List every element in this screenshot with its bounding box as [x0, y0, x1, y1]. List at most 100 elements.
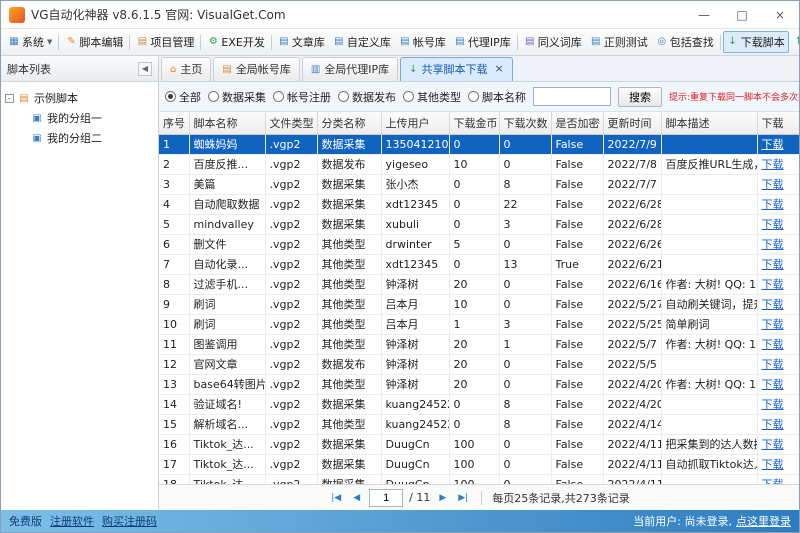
toolbar-upload-script-button[interactable]: ↑ 上传脚本 [789, 31, 799, 53]
collapse-sidebar-icon[interactable]: ◀ [138, 62, 152, 76]
download-link[interactable]: 下载 [762, 298, 784, 311]
col-updated[interactable]: 更新时间 [603, 112, 661, 134]
download-link[interactable]: 下载 [762, 338, 784, 351]
download-link[interactable]: 下载 [762, 278, 784, 291]
radio-all[interactable]: 全部 [165, 89, 201, 105]
pagination-separator [481, 491, 482, 505]
download-link[interactable]: 下载 [762, 458, 784, 471]
cell-script-name: 图鉴调用 [189, 334, 265, 354]
download-link[interactable]: 下载 [762, 258, 784, 271]
radio-other-type[interactable]: 其他类型 [403, 89, 461, 105]
first-page-button[interactable]: |◀ [328, 491, 344, 505]
tab-global-proxy-lib[interactable]: ▥ 全局代理IP库 [302, 57, 398, 81]
toolbar-proxy-lib-button[interactable]: ▤ 代理IP库 [450, 31, 515, 53]
toolbar-project-mgmt-button[interactable]: ▤ 项目管理 [132, 31, 198, 53]
toolbar-regex-test-button[interactable]: ▤ 正则测试 [586, 31, 652, 53]
cell-description [661, 354, 757, 374]
toolbar-custom-lib-button[interactable]: ▤ 自定义库 [329, 31, 395, 53]
download-link[interactable]: 下载 [762, 218, 784, 231]
download-link[interactable]: 下载 [762, 138, 784, 151]
radio-data-collection[interactable]: 数据采集 [208, 89, 266, 105]
download-link[interactable]: 下载 [762, 418, 784, 431]
table-row[interactable]: 16 Tiktok_达... .vgp2 数据采集 DuugCn 100 0 F… [159, 434, 799, 454]
sidebar-title: 脚本列表 [7, 61, 51, 77]
table-row[interactable]: 2 百度反推... .vgp2 数据发布 yigeseo 10 0 False … [159, 154, 799, 174]
table-row[interactable]: 6 删文件 .vgp2 其他类型 drwinter 5 0 False 2022… [159, 234, 799, 254]
table-row[interactable]: 3 美篇 .vgp2 数据采集 张小杰 0 8 False 2022/7/7 [159, 174, 799, 194]
toolbar-exe-dev-button[interactable]: ⚙ EXE开发 [203, 31, 268, 53]
table-row[interactable]: 11 图鉴调用 .vgp2 其他类型 钟泽树 20 1 False 2022/5… [159, 334, 799, 354]
table-row[interactable]: 14 验证域名! .vgp2 数据采集 kuang2452299 0 8 Fal… [159, 394, 799, 414]
register-software-link[interactable]: 注册软件 [50, 513, 94, 529]
tab-shared-script-download[interactable]: ↓ 共享脚本下载 × [400, 57, 513, 81]
table-row[interactable]: 17 Tiktok_达... .vgp2 数据采集 DuugCn 100 0 F… [159, 454, 799, 474]
script-name-input[interactable] [533, 87, 611, 106]
download-link[interactable]: 下载 [762, 378, 784, 391]
buy-license-link[interactable]: 购买注册码 [102, 513, 157, 529]
cell-category: 数据采集 [317, 194, 381, 214]
login-link[interactable]: 点这里登录 [736, 513, 791, 529]
minimize-button[interactable]: — [685, 1, 723, 28]
tree-item-my-group-2[interactable]: ▣ 我的分组二 [5, 128, 154, 148]
maximize-button[interactable]: □ [723, 1, 761, 28]
download-link[interactable]: 下载 [762, 198, 784, 211]
table-row[interactable]: 15 解析域名... .vgp2 其他类型 kuang2452299 0 8 F… [159, 414, 799, 434]
col-category[interactable]: 分类名称 [317, 112, 381, 134]
table-row[interactable]: 1 蜘蛛妈妈 .vgp2 数据采集 13504121014 0 0 False … [159, 134, 799, 154]
radio-data-publish[interactable]: 数据发布 [338, 89, 396, 105]
table-row[interactable]: 5 mindvalley .vgp2 数据采集 xubuli 0 3 False… [159, 214, 799, 234]
tab-home[interactable]: ⌂ 主页 [161, 57, 211, 81]
cell-category: 数据采集 [317, 454, 381, 474]
table-row[interactable]: 10 刷词 .vgp2 其他类型 吕本月 1 3 False 2022/5/25… [159, 314, 799, 334]
toolbar-include-search-button[interactable]: ◎ 包括查找 [652, 31, 718, 53]
tab-close-icon[interactable]: × [495, 64, 504, 74]
cell-encrypted: False [551, 394, 603, 414]
cell-category: 其他类型 [317, 294, 381, 314]
toolbar-article-lib-button[interactable]: ▤ 文章库 [274, 31, 329, 53]
radio-account-register[interactable]: 帐号注册 [273, 89, 331, 105]
upload-icon: ↑ [793, 36, 799, 48]
table-row[interactable]: 7 自动化录... .vgp2 其他类型 xdt12345 0 13 True … [159, 254, 799, 274]
last-page-button[interactable]: ▶| [455, 491, 471, 505]
prev-page-button[interactable]: ◀ [350, 491, 363, 505]
download-link[interactable]: 下载 [762, 318, 784, 331]
next-page-button[interactable]: ▶ [436, 491, 449, 505]
tab-global-account-lib[interactable]: ▤ 全局帐号库 [213, 57, 299, 81]
toolbar-synonym-lib-label: 同义词库 [538, 34, 582, 50]
col-file-type[interactable]: 文件类型 [265, 112, 317, 134]
table-row[interactable]: 13 base64转图片 .vgp2 其他类型 钟泽树 20 0 False 2… [159, 374, 799, 394]
download-link[interactable]: 下载 [762, 158, 784, 171]
table-row[interactable]: 12 官网文章 .vgp2 数据发布 钟泽树 20 0 False 2022/5… [159, 354, 799, 374]
toolbar-download-script-button[interactable]: ↓ 下载脚本 [723, 31, 789, 53]
toolbar-synonym-lib-button[interactable]: ▤ 同义词库 [520, 31, 586, 53]
close-button[interactable]: × [761, 1, 799, 28]
col-encrypted[interactable]: 是否加密 [551, 112, 603, 134]
col-coins[interactable]: 下载金币 [449, 112, 499, 134]
toolbar-system-button[interactable]: ▦ 系统 ▼ [4, 31, 56, 53]
download-link[interactable]: 下载 [762, 238, 784, 251]
search-button[interactable]: 搜索 [618, 87, 662, 107]
tree-item-my-group-1[interactable]: ▣ 我的分组一 [5, 108, 154, 128]
download-link[interactable]: 下载 [762, 398, 784, 411]
col-script-name[interactable]: 脚本名称 [189, 112, 265, 134]
table-row[interactable]: 4 自动爬取数据 .vgp2 数据采集 xdt12345 0 22 False … [159, 194, 799, 214]
table-row[interactable]: 18 Tiktok_达... .vgp2 数据采集 DuugCn 100 0 F… [159, 474, 799, 484]
col-description[interactable]: 脚本描述 [661, 112, 757, 134]
page-number-input[interactable] [369, 489, 403, 507]
tree-item-example-scripts[interactable]: - ▤ 示例脚本 [5, 88, 154, 108]
download-link[interactable]: 下载 [762, 178, 784, 191]
toolbar-account-lib-button[interactable]: ▤ 帐号库 [395, 31, 450, 53]
radio-script-name[interactable]: 脚本名称 [468, 89, 526, 105]
download-link[interactable]: 下载 [762, 358, 784, 371]
col-index[interactable]: 序号 [159, 112, 189, 134]
table-row[interactable]: 8 过滤手机... .vgp2 其他类型 钟泽树 20 0 False 2022… [159, 274, 799, 294]
tree-expander-icon[interactable]: - [5, 94, 14, 103]
col-download-count[interactable]: 下载次数 [499, 112, 551, 134]
toolbar-script-edit-button[interactable]: ✎ 脚本编辑 [61, 31, 127, 53]
col-uploader[interactable]: 上传用户 [381, 112, 449, 134]
table-row[interactable]: 9 刷词 .vgp2 其他类型 吕本月 10 0 False 2022/5/27… [159, 294, 799, 314]
search-icon: ◎ [656, 36, 668, 48]
coin-hint-text: 提示:重复下载同一脚本不会多次扣除金币 [669, 90, 799, 103]
col-download[interactable]: 下载 [757, 112, 799, 134]
download-link[interactable]: 下载 [762, 438, 784, 451]
